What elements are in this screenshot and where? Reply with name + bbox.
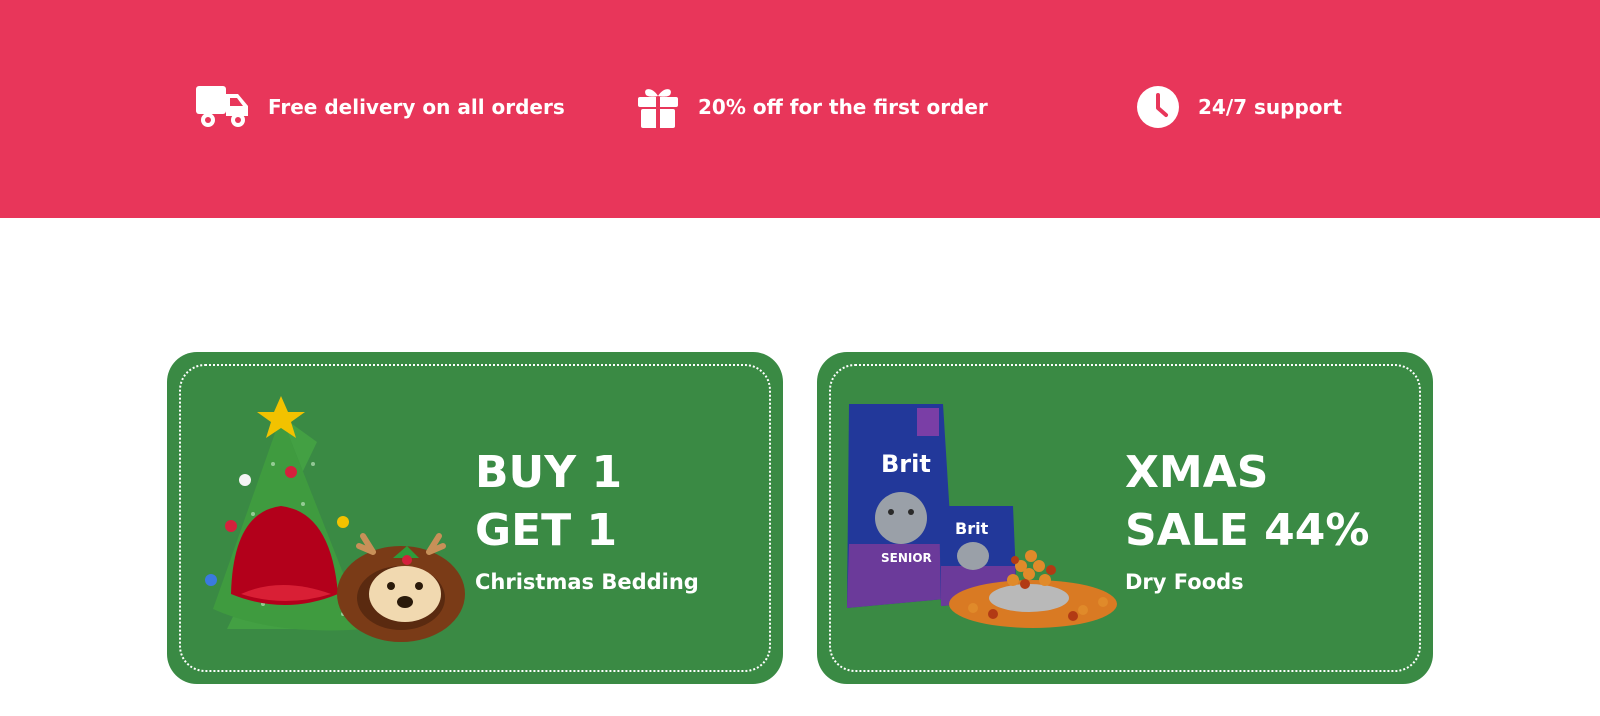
promo-text: BUY 1 GET 1 Christmas Bedding: [475, 444, 699, 594]
feature-label: 20% off for the first order: [698, 95, 988, 119]
promo-card-dry-foods[interactable]: Brit SENIOR Brit XMAS SALE 44% Dry Foods: [817, 352, 1433, 684]
pouch-brand-text: Brit: [955, 519, 989, 538]
promo-headline-line1: BUY 1: [475, 447, 623, 498]
feature-label: 24/7 support: [1198, 95, 1342, 119]
feature-free-delivery: Free delivery on all orders: [196, 84, 565, 130]
promo-headline-line1: XMAS: [1125, 447, 1269, 498]
promo-text: XMAS SALE 44% Dry Foods: [1125, 444, 1369, 594]
pack-variant-text: SENIOR: [881, 551, 932, 565]
promo-subtitle: Dry Foods: [1125, 570, 1244, 594]
promo-card-christmas-bedding[interactable]: BUY 1 GET 1 Christmas Bedding: [167, 352, 783, 684]
truck-icon: [196, 84, 250, 130]
feature-label: Free delivery on all orders: [268, 95, 565, 119]
pack-brand-text: Brit: [881, 450, 931, 478]
clock-icon: [1136, 85, 1180, 129]
features-banner: Free delivery on all orders 20% off for …: [0, 0, 1600, 218]
promo-headline-line2: SALE 44%: [1125, 505, 1370, 556]
promo-subtitle: Christmas Bedding: [475, 570, 699, 594]
gift-icon: [636, 84, 680, 130]
feature-support: 24/7 support: [1136, 84, 1342, 130]
dry-food-image: Brit SENIOR Brit: [847, 404, 1117, 628]
feature-first-order-discount: 20% off for the first order: [636, 84, 988, 130]
promo-headline-line2: GET 1: [475, 505, 618, 556]
christmas-bedding-image: [205, 396, 465, 642]
